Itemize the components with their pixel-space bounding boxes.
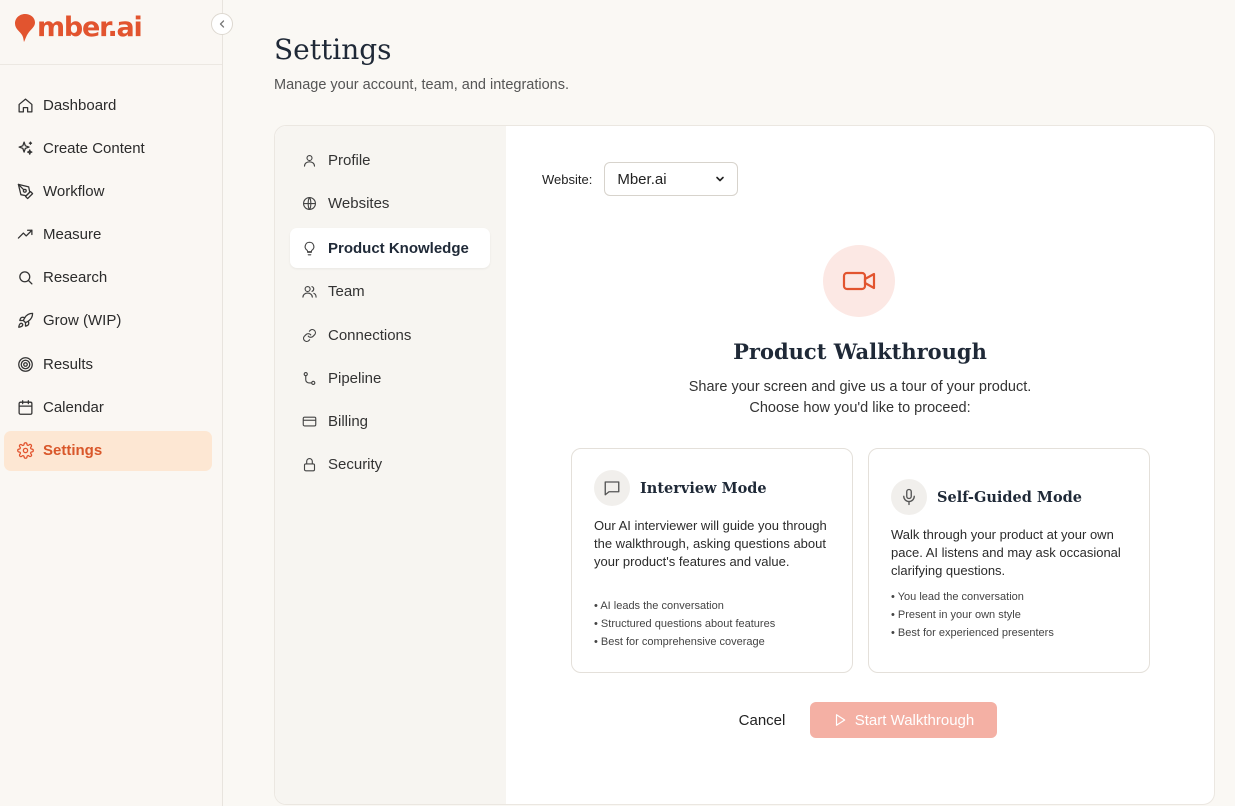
- settings-nav-team[interactable]: Team: [290, 271, 490, 311]
- settings-nav: Profile Websites Product Knowledge Team …: [275, 126, 506, 804]
- self-guided-mode-header: Self-Guided Mode: [891, 479, 1082, 515]
- interview-mode-card[interactable]: Interview Mode Our AI interviewer will g…: [571, 448, 853, 673]
- self-guided-mode-title: Self-Guided Mode: [937, 488, 1083, 506]
- gear-icon: [16, 442, 34, 460]
- nav-label: Workflow: [43, 182, 105, 200]
- walkthrough-description-line-1: Share your screen and give us a tour of …: [688, 379, 1032, 395]
- nav-item-research[interactable]: Research: [4, 258, 212, 298]
- list-item: AI leads the conversation: [594, 597, 842, 615]
- settings-nav-label: Security: [328, 455, 383, 473]
- settings-nav-websites[interactable]: Websites: [290, 183, 490, 223]
- list-item: Best for experienced presenters: [891, 624, 1139, 642]
- chevron-down-icon: [716, 176, 725, 182]
- mber-logo-icon: [15, 14, 35, 42]
- walkthrough-description: Share your screen and give us a tour of …: [506, 377, 1214, 419]
- nav-item-settings[interactable]: Settings: [4, 430, 212, 471]
- nav-item-results[interactable]: Results: [4, 344, 212, 384]
- nav-item-dashboard[interactable]: Dashboard: [4, 85, 212, 125]
- start-walkthrough-label: Start Walkthrough: [854, 711, 975, 729]
- walkthrough-hero: [823, 245, 895, 317]
- rocket-icon: [16, 312, 34, 330]
- nav-label: Results: [43, 355, 94, 373]
- interview-mode-bullets: AI leads the conversation Structured que…: [594, 597, 842, 651]
- nav-item-calendar[interactable]: Calendar: [4, 387, 212, 427]
- main-nav: Dashboard Create Content Workflow Measur…: [4, 85, 212, 474]
- cancel-button[interactable]: Cancel: [728, 702, 796, 738]
- settings-nav-billing[interactable]: Billing: [290, 401, 490, 441]
- target-icon: [16, 355, 34, 373]
- website-selector-row: Website: Mber.ai: [542, 162, 739, 196]
- list-item: Structured questions about features: [594, 615, 842, 633]
- settings-nav-pipeline[interactable]: Pipeline: [290, 358, 490, 398]
- nav-item-measure[interactable]: Measure: [4, 215, 212, 255]
- settings-card: Profile Websites Product Knowledge Team …: [274, 125, 1215, 805]
- nav-item-workflow[interactable]: Workflow: [4, 171, 212, 211]
- interview-mode-header: Interview Mode: [594, 470, 767, 506]
- walkthrough-title: Product Walkthrough: [733, 339, 987, 364]
- nav-label: Calendar: [43, 398, 104, 416]
- walkthrough-description-line-2: Choose how you'd like to proceed:: [749, 400, 971, 416]
- user-icon: [301, 152, 317, 168]
- settings-nav-label: Team: [328, 282, 365, 300]
- settings-nav-label: Profile: [328, 151, 371, 169]
- website-select-value: Mber.ai: [617, 170, 667, 188]
- website-select[interactable]: Mber.ai: [604, 162, 739, 196]
- search-icon: [16, 269, 34, 287]
- lock-icon: [301, 456, 317, 472]
- video-camera-icon: [842, 271, 876, 291]
- logo-row: mber.ai: [0, 0, 222, 65]
- microphone-icon: [891, 479, 927, 515]
- sidebar-collapse-button[interactable]: [211, 13, 233, 35]
- lightbulb-icon: [301, 240, 317, 256]
- product-knowledge-panel: Website: Mber.ai Product Walkthrough Sha…: [506, 126, 1214, 804]
- settings-nav-label: Billing: [328, 412, 369, 430]
- start-walkthrough-button[interactable]: Start Walkthrough: [810, 702, 997, 738]
- nav-label: Dashboard: [43, 96, 117, 114]
- logo[interactable]: mber.ai: [14, 12, 143, 44]
- self-guided-mode-description: Walk through your product at your own pa…: [891, 527, 1121, 578]
- settings-nav-profile[interactable]: Profile: [290, 140, 490, 180]
- settings-nav-security[interactable]: Security: [290, 444, 490, 484]
- sidebar: mber.ai Dashboard Create Content Workflo…: [0, 0, 233, 806]
- nav-item-grow[interactable]: Grow (WIP): [4, 301, 212, 341]
- nav-label: Create Content: [43, 139, 145, 157]
- settings-nav-label: Product Knowledge: [328, 239, 469, 257]
- message-square-icon: [594, 470, 630, 506]
- credit-card-icon: [301, 413, 317, 429]
- play-icon: [835, 714, 845, 726]
- list-item: You lead the conversation: [891, 588, 1139, 606]
- calendar-icon: [16, 398, 34, 416]
- nav-label: Grow (WIP): [43, 312, 122, 330]
- self-guided-mode-card[interactable]: Self-Guided Mode Walk through your produ…: [868, 448, 1150, 673]
- settings-nav-product-knowledge[interactable]: Product Knowledge: [290, 228, 490, 268]
- settings-nav-label: Pipeline: [328, 369, 382, 387]
- nav-label: Settings: [43, 442, 103, 459]
- chevron-left-icon: [219, 20, 225, 28]
- nav-item-create-content[interactable]: Create Content: [4, 128, 212, 168]
- globe-icon: [301, 195, 317, 211]
- link-icon: [301, 327, 317, 343]
- list-item: Best for comprehensive coverage: [594, 633, 842, 651]
- self-guided-mode-bullets: You lead the conversation Present in you…: [891, 588, 1139, 642]
- page-subtitle: Manage your account, team, and integrati…: [274, 77, 570, 93]
- brand-name: mber.ai: [37, 12, 143, 43]
- nav-label: Measure: [43, 226, 102, 244]
- git-branch-icon: [301, 370, 317, 386]
- nav-label: Research: [43, 269, 108, 287]
- list-item: Present in your own style: [891, 606, 1139, 624]
- settings-nav-label: Connections: [328, 326, 412, 344]
- settings-nav-connections[interactable]: Connections: [290, 315, 490, 355]
- settings-nav-label: Websites: [328, 194, 390, 212]
- pen-tool-icon: [16, 182, 34, 200]
- interview-mode-title: Interview Mode: [640, 479, 767, 497]
- users-icon: [301, 283, 317, 299]
- interview-mode-description: Our AI interviewer will guide you throug…: [594, 518, 827, 569]
- page-title: Settings: [274, 33, 392, 66]
- website-label: Website:: [542, 171, 593, 187]
- sparkles-icon: [16, 139, 34, 157]
- trending-up-icon: [16, 226, 34, 244]
- home-icon: [16, 96, 34, 114]
